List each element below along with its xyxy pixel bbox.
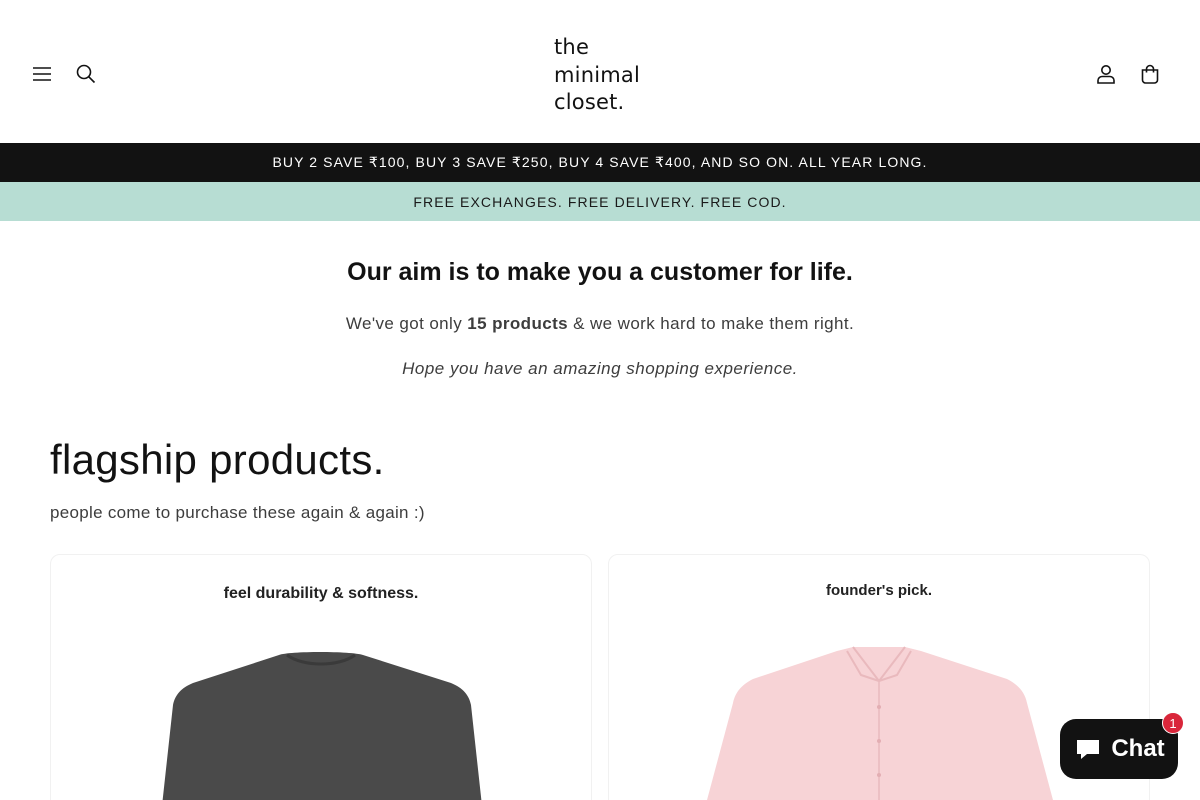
site-header: the minimal closet. (0, 0, 1200, 143)
intro-heading: Our aim is to make you a customer for li… (347, 258, 853, 286)
announcement-perks-bar: FREE EXCHANGES. FREE DELIVERY. FREE COD. (0, 182, 1200, 221)
account-icon[interactable] (1086, 54, 1126, 94)
product-card-caption: founder's pick. (825, 582, 933, 599)
logo-line: the (554, 35, 590, 59)
flagship-heading: flagship products. (50, 436, 385, 483)
announcement-perks-text: FREE EXCHANGES. FREE DELIVERY. FREE COD. (413, 193, 787, 210)
search-icon[interactable] (66, 54, 106, 94)
chat-unread-badge: 1 (1162, 712, 1184, 734)
cart-icon[interactable] (1130, 54, 1170, 94)
logo-line: minimal (554, 62, 640, 87)
product-card-caption: feel durability & softness. (223, 585, 419, 602)
intro-text: We've got only 15 products & we work har… (0, 314, 1200, 334)
store-logo[interactable]: the minimal closet. (554, 34, 640, 117)
product-card[interactable]: feel durability & softness. (50, 554, 592, 800)
chat-label: Chat (1111, 735, 1165, 762)
chat-button[interactable]: Chat (1060, 719, 1178, 779)
intro-text-bold: 15 products (467, 314, 569, 333)
chat-bubble-icon (1077, 740, 1100, 759)
intro-italic-text: Hope you have an amazing shopping experi… (402, 359, 798, 378)
intro-text-pre: We've got only (345, 314, 468, 333)
menu-icon[interactable] (22, 54, 62, 94)
announcement-offer-text: BUY 2 SAVE ₹100, BUY 3 SAVE ₹250, BUY 4 … (272, 154, 928, 170)
flagship-subtitle: people come to purchase these again & ag… (50, 503, 425, 522)
logo-line: closet. (554, 90, 625, 114)
announcement-offer-bar: BUY 2 SAVE ₹100, BUY 3 SAVE ₹250, BUY 4 … (0, 143, 1200, 182)
intro-text-post: & we work hard to make them right. (568, 314, 855, 333)
